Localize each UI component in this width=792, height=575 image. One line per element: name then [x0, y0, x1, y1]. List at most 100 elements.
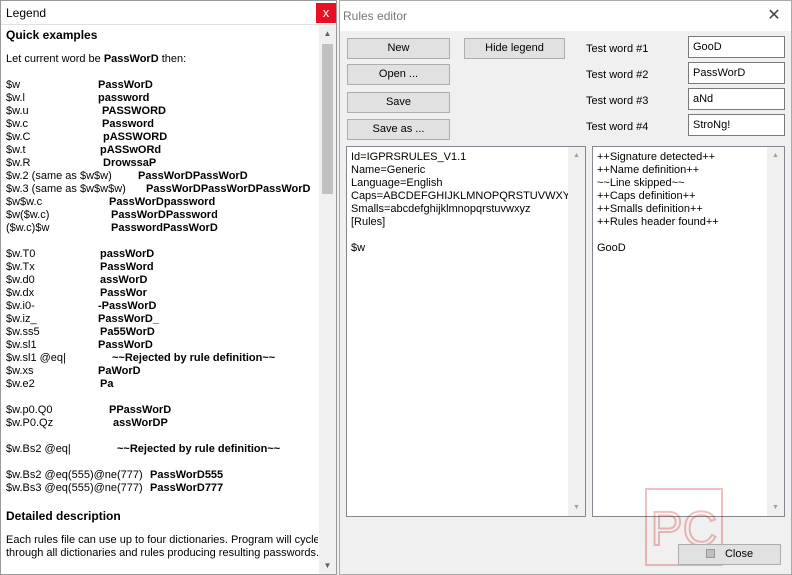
rules-editor-close-icon[interactable]: ✕: [765, 7, 783, 25]
output-text-line: ++Smalls definition++: [597, 203, 703, 215]
example-rule: $w.xs: [6, 365, 34, 377]
legend-content: Quick examples Let current word be PassW…: [6, 27, 318, 572]
example-rule: $w.2 (same as $w$w): [6, 170, 112, 182]
example-rule: $w.dx: [6, 287, 35, 299]
example-row: $w.P0.Qz assWorDP: [6, 417, 318, 430]
example-result: PassWorDPassword: [111, 209, 218, 221]
example-row: $w.Tx PassWord: [6, 261, 318, 274]
open-button[interactable]: Open ...: [347, 64, 450, 85]
rules-text-line: [Rules]: [351, 216, 386, 228]
examples-group-reject: $w.Bs2 @eq| ~~Rejected by rule definition…: [6, 443, 318, 456]
example-result: assWorDP: [113, 417, 168, 429]
detail-line-1: Each rules file can use up to four dicti…: [6, 534, 318, 546]
example-result: PassWorD: [98, 339, 153, 351]
output-text-line: GooD: [597, 242, 626, 254]
legend-scroll-thumb[interactable]: [322, 44, 333, 194]
close-button-icon: [705, 549, 715, 558]
example-result: ~~Rejected by rule definition~~: [117, 443, 281, 455]
rules-text-line: Language=English: [351, 177, 443, 189]
output-text-line: ++Rules header found++: [597, 216, 719, 228]
output-scroll-up-icon[interactable]: ▲: [767, 147, 784, 164]
example-result: DrowssaP: [103, 157, 157, 169]
example-rule: $w: [6, 79, 21, 91]
test-word-4-input[interactable]: StroNg!: [688, 114, 785, 136]
rules-editor-titlebar: Rules editor ✕: [340, 1, 791, 31]
example-result: Password: [102, 118, 154, 130]
example-row: $w.p0.Q0 PPassWorD: [6, 404, 318, 417]
examples-group-position: $w.p0.Q0 PPassWorD $w.P0.Qz assWorDP: [6, 404, 318, 430]
example-row: $w($w.c) PassWorDPassword: [6, 209, 318, 222]
rules-scroll-down-icon[interactable]: ▼: [568, 499, 585, 516]
example-result: PassWorD555: [150, 469, 224, 481]
rules-text-line: Name=Generic: [351, 164, 426, 176]
example-rule: $w.sl1 @eq|: [6, 352, 66, 364]
example-rule: $w.R: [6, 157, 31, 169]
example-row: $w.iz_ PassWorD_: [6, 313, 318, 326]
example-result: PassWord: [100, 261, 154, 273]
example-rule: $w.c: [6, 118, 29, 130]
example-result: PASSWORD: [102, 105, 166, 117]
example-result: PasswordPassWorD: [111, 222, 218, 234]
rules-text-line: Id=IGPRSRULES_V1.1: [351, 151, 467, 163]
rules-text-line: $w: [351, 242, 366, 254]
legend-close-button[interactable]: x: [316, 3, 336, 23]
example-result: Pa: [100, 378, 114, 390]
example-rule: $w.t: [6, 144, 26, 156]
output-text-line: ++Caps definition++: [597, 190, 696, 202]
example-rule: $w.C: [6, 131, 31, 143]
scroll-up-arrow-icon[interactable]: ▲: [319, 25, 336, 42]
test-word-1-label: Test word #1: [586, 43, 649, 55]
save-button[interactable]: Save: [347, 92, 450, 113]
rules-text-line: Smalls=abcdefghijklmnopqrstuvwxyz: [351, 203, 531, 215]
example-row: $w.xs PaWorD: [6, 365, 318, 378]
rules-textarea[interactable]: Id=IGPRSRULES_V1.1 Name=Generic Language=E…: [346, 146, 586, 517]
hide-legend-button[interactable]: Hide legend: [464, 38, 565, 59]
example-result: PassWorDPassWorD: [138, 170, 248, 182]
output-text-line: ++Signature detected++: [597, 151, 716, 163]
example-result: PassWorDpassword: [109, 196, 216, 208]
example-row: $w.u PASSWORD: [6, 105, 318, 118]
test-word-2-label: Test word #2: [586, 69, 649, 81]
example-result: passWorD: [100, 248, 155, 260]
close-button[interactable]: Close: [678, 544, 781, 565]
output-textarea[interactable]: ++Signature detected++ ++Name definition+…: [592, 146, 785, 517]
example-row: $w.l password: [6, 92, 318, 105]
legend-window: Legend x Quick examples Let current word…: [0, 0, 337, 575]
rules-editor-title: Rules editor: [343, 9, 408, 23]
example-rule: $w.Bs3 @eq(555)@ne(777): [6, 482, 143, 494]
rules-scrollbar[interactable]: ▲ ▼: [568, 147, 585, 516]
example-rule: $w.Bs2 @eq(555)@ne(777): [6, 469, 143, 481]
example-result: PassWorD777: [150, 482, 224, 494]
example-row: ($w.c)$w PasswordPassWorD: [6, 222, 318, 235]
test-word-2-input[interactable]: PassWorD: [688, 62, 785, 84]
example-row: $w.dx PassWor: [6, 287, 318, 300]
example-row: $w.2 (same as $w$w) PassWorDPassWorD: [6, 170, 318, 183]
output-scrollbar[interactable]: ▲ ▼: [767, 147, 784, 516]
scroll-down-arrow-icon[interactable]: ▼: [319, 557, 336, 574]
legend-titlebar: Legend x: [1, 1, 336, 25]
example-result: PPassWorD: [109, 404, 172, 416]
test-word-4-label: Test word #4: [586, 121, 649, 133]
example-row: $w.C pASSWORD: [6, 131, 318, 144]
rules-scroll-up-icon[interactable]: ▲: [568, 147, 585, 164]
example-rule: $w.T0: [6, 248, 36, 260]
test-word-3-input[interactable]: aNd: [688, 88, 785, 110]
example-row: $w.d0 assWorD: [6, 274, 318, 287]
quick-examples-heading: Quick examples: [6, 28, 98, 42]
example-result: PaWorD: [98, 365, 141, 377]
example-rule: $w.sl1: [6, 339, 37, 351]
output-scroll-down-icon[interactable]: ▼: [767, 499, 784, 516]
new-button[interactable]: New: [347, 38, 450, 59]
example-row: $w.3 (same as $w$w$w) PassWorDPassWorDPas…: [6, 183, 318, 196]
intro-line: Let current word be PassWorD then:: [6, 53, 318, 66]
example-rule: ($w.c)$w: [6, 222, 50, 234]
rules-text-line: Caps=ABCDEFGHIJKLMNOPQRSTUVWXYZ: [351, 190, 577, 202]
example-row: $w.R DrowssaP: [6, 157, 318, 170]
example-row: $w.sl1 PassWorD: [6, 339, 318, 352]
save-as-button[interactable]: Save as ...: [347, 119, 450, 140]
test-word-1-input[interactable]: GooD: [688, 36, 785, 58]
close-button-label: Close: [724, 548, 754, 560]
example-result: PassWorDPassWorDPassWorD: [146, 183, 311, 195]
legend-scrollbar[interactable]: ▲ ▼: [319, 25, 336, 574]
example-rule: $w.Tx: [6, 261, 35, 273]
